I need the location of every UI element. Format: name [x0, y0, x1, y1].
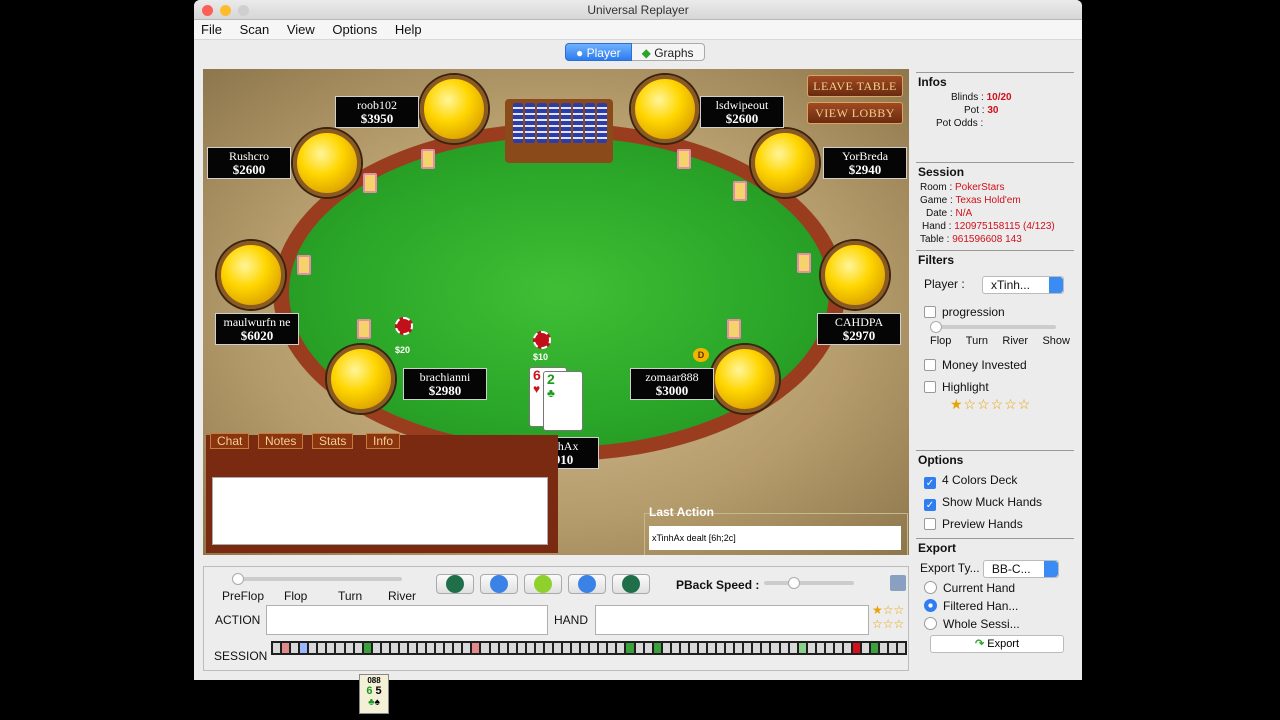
highlight-checkbox[interactable]	[924, 381, 936, 393]
window-title: Universal Replayer	[587, 3, 689, 17]
last-action-box: Last Action xTinhAx dealt [6h;2c]	[644, 505, 908, 555]
session-group: Session Room : PokerStars Game : Texas H…	[916, 162, 1074, 245]
next-hand-button[interactable]	[612, 574, 650, 594]
preview-hands-checkbox[interactable]	[924, 518, 936, 530]
menu-options[interactable]: Options	[332, 22, 377, 37]
player-plate: roob102 $3950	[335, 96, 419, 128]
play-button[interactable]	[524, 574, 562, 594]
bet-amount: $20	[395, 345, 411, 355]
leave-table-button[interactable]: LEAVE TABLE	[807, 75, 903, 97]
card-back	[297, 255, 311, 275]
replay-controls: PreFlop Flop Turn River PBack Speed : AC…	[203, 566, 909, 671]
chat-panel: Chat Notes Stats Info	[206, 433, 558, 553]
zoom-icon[interactable]	[238, 5, 249, 16]
colors-deck-checkbox[interactable]: ✓	[924, 477, 936, 489]
prev-step-button[interactable]	[480, 574, 518, 594]
view-lobby-button[interactable]: VIEW LOBBY	[807, 102, 903, 124]
first-hand-button[interactable]	[436, 574, 474, 594]
hand-rating-stars[interactable]: ★☆☆ ☆☆☆	[872, 603, 912, 631]
seat-5[interactable]	[217, 241, 285, 309]
player-plate: CAHDPA $2970	[817, 313, 901, 345]
tab-chat[interactable]: Chat	[210, 433, 250, 449]
seat-7[interactable]	[327, 345, 395, 413]
player-plate: maulwurfn ne $6020	[215, 313, 299, 345]
options-group: Options ✓ 4 Colors Deck ✓ Show Muck Hands …	[916, 450, 1074, 532]
title-bar: Universal Replayer	[194, 0, 1082, 20]
seat-3[interactable]	[293, 129, 361, 197]
tab-info[interactable]: Info	[366, 433, 401, 449]
view-tabs: ● Player ◆ Graphs	[565, 43, 705, 61]
player-plate: zomaar888 $3000	[630, 368, 714, 400]
export-arrow-icon: ↷	[974, 638, 985, 650]
player-plate: Rushcro $2600	[207, 147, 291, 179]
menu-file[interactable]: File	[201, 22, 222, 37]
last-action-text: xTinhAx dealt [6h;2c]	[649, 526, 901, 550]
tab-player[interactable]: ● Player	[565, 43, 632, 61]
seat-8[interactable]	[711, 345, 779, 413]
export-group: Export Export Ty... BB-C... Current Hand…	[916, 538, 1074, 656]
bet-chip	[395, 317, 413, 335]
tab-graphs[interactable]: ◆ Graphs	[631, 43, 705, 61]
pback-speed-label: PBack Speed :	[676, 578, 760, 592]
hand-field[interactable]	[595, 605, 869, 635]
menu-bar: File Scan View Options Help	[194, 20, 1082, 40]
card-back	[797, 253, 811, 273]
menu-view[interactable]: View	[287, 22, 315, 37]
sidebar: Infos Blinds : 10/20 Pot : 30 Pot Odds :…	[916, 72, 1074, 662]
dealer-button: D	[693, 348, 709, 362]
current-hand-radio[interactable]	[924, 581, 937, 594]
card-back	[357, 319, 371, 339]
card-back	[421, 149, 435, 169]
session-timeline[interactable]	[271, 641, 907, 655]
pot-value: 30	[987, 105, 999, 116]
minimize-icon[interactable]	[220, 5, 231, 16]
progression-checkbox[interactable]	[924, 306, 936, 318]
export-button[interactable]: ↷ Export	[930, 635, 1064, 653]
menu-scan[interactable]: Scan	[240, 22, 270, 37]
seat-4[interactable]	[751, 129, 819, 197]
progression-slider[interactable]	[930, 321, 1056, 333]
show-muck-checkbox[interactable]: ✓	[924, 499, 936, 511]
action-field[interactable]	[266, 605, 548, 635]
save-icon[interactable]	[890, 575, 906, 591]
infos-group: Infos Blinds : 10/20 Pot : 30 Pot Odds :	[916, 72, 1074, 156]
bet-chip	[533, 331, 551, 349]
app-window: Universal Replayer File Scan View Option…	[194, 0, 1082, 680]
blinds-value: 10/20	[986, 92, 1012, 103]
dock-card-preview[interactable]: 088 6 5 ♣♠	[359, 674, 389, 714]
tab-stats[interactable]: Stats	[312, 433, 354, 449]
card-back	[677, 149, 691, 169]
chip-tray	[505, 99, 613, 163]
seat-6[interactable]	[821, 241, 889, 309]
player-plate: lsdwipeout $2600	[700, 96, 784, 128]
bet-amount: $10	[533, 352, 549, 362]
card-back	[733, 181, 747, 201]
filters-group: Filters Player : xTinh... progression Fl…	[916, 250, 1074, 444]
player-plate: brachianni $2980	[403, 368, 487, 400]
money-invested-checkbox[interactable]	[924, 359, 936, 371]
whole-session-radio[interactable]	[924, 617, 937, 630]
player-plate: YorBreda $2940	[823, 147, 907, 179]
highlight-stars[interactable]: ★☆☆☆☆☆	[916, 397, 1074, 411]
card-back	[727, 319, 741, 339]
hole-card-2: 2 ♣	[543, 371, 583, 431]
filtered-hands-radio[interactable]	[924, 599, 937, 612]
export-type-select[interactable]: BB-C...	[982, 559, 1059, 578]
pback-speed-slider[interactable]	[764, 577, 854, 589]
menu-help[interactable]: Help	[395, 22, 422, 37]
graphs-icon: ◆	[641, 46, 651, 60]
card-back	[363, 173, 377, 193]
seat-1[interactable]	[420, 75, 488, 143]
street-slider[interactable]	[232, 573, 402, 585]
chat-textarea[interactable]	[212, 477, 548, 545]
poker-table-area: LEAVE TABLE VIEW LOBBY roob102 $3950 lsdw…	[203, 69, 909, 555]
seat-2[interactable]	[631, 75, 699, 143]
close-icon[interactable]	[202, 5, 213, 16]
player-select[interactable]: xTinh...	[982, 275, 1065, 294]
tab-notes[interactable]: Notes	[258, 433, 304, 449]
last-action-title: Last Action	[649, 505, 714, 519]
next-step-button[interactable]	[568, 574, 606, 594]
